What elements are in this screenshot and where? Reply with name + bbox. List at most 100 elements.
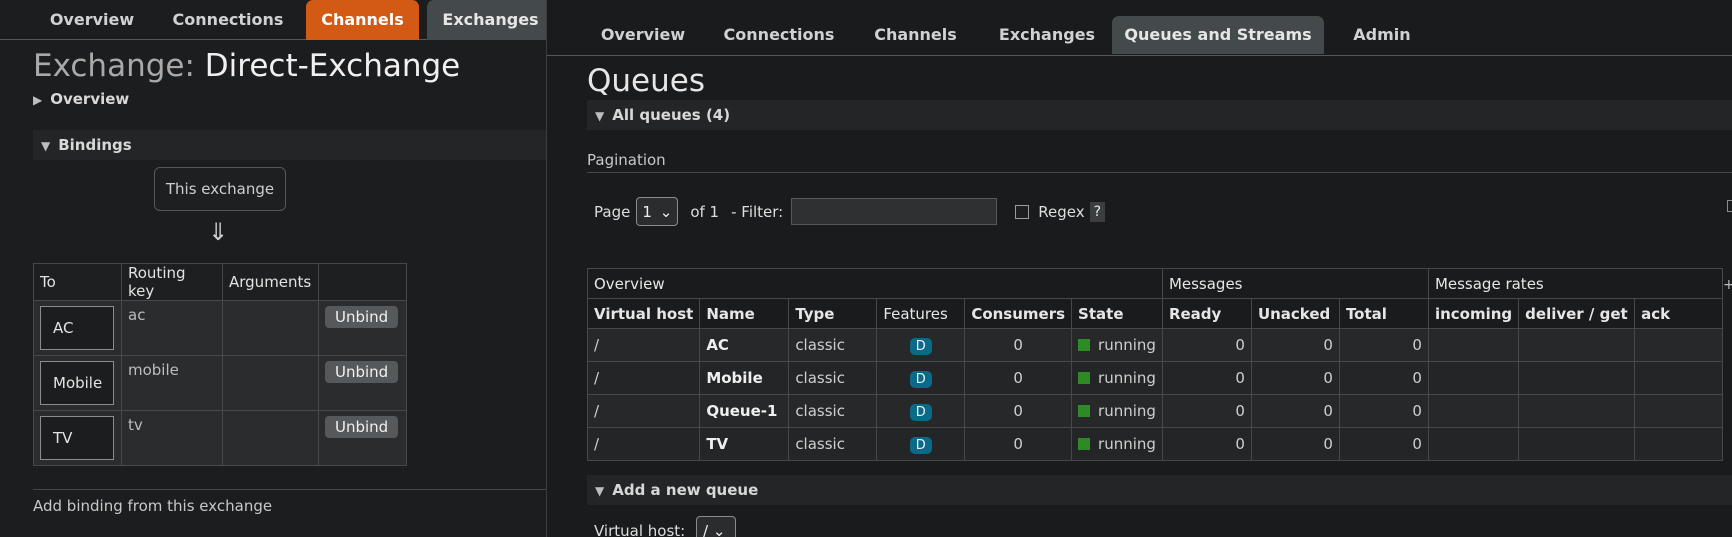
bindings-table: To Routing key Arguments AC ac Unbind Mo… bbox=[33, 263, 407, 466]
caret-down-icon: ▼ bbox=[41, 139, 51, 153]
column-header[interactable]: Type bbox=[788, 298, 878, 329]
page-title: Exchange: Direct-Exchange bbox=[33, 48, 460, 84]
total-cell: 0 bbox=[1338, 361, 1429, 395]
left-nav-tabs: Overview Connections Channels Exchanges bbox=[0, 0, 546, 40]
column-header[interactable]: Unacked bbox=[1250, 298, 1340, 329]
incoming-cell bbox=[1427, 394, 1520, 428]
this-exchange-box: This exchange bbox=[154, 167, 286, 211]
ack-cell bbox=[1634, 328, 1724, 362]
chevron-down-icon: ⌄ bbox=[659, 202, 673, 221]
add-columns-icon[interactable]: + bbox=[1723, 277, 1732, 293]
tab-overview[interactable]: Overview bbox=[36, 0, 148, 40]
column-header: Routing key bbox=[121, 263, 223, 301]
column-header[interactable]: Ready bbox=[1161, 298, 1252, 329]
down-arrow-icon: ⇓ bbox=[208, 218, 229, 246]
regex-checkbox[interactable] bbox=[1015, 204, 1030, 219]
tab-exchanges[interactable]: Exchanges bbox=[427, 0, 546, 40]
column-header[interactable]: Virtual host bbox=[586, 298, 701, 329]
queue-link[interactable]: TV bbox=[40, 416, 114, 460]
page-label: Page bbox=[594, 202, 631, 221]
unbind-button[interactable]: Unbind bbox=[325, 306, 399, 328]
unacked-cell: 0 bbox=[1250, 328, 1340, 362]
deliver-get-cell bbox=[1518, 361, 1636, 395]
tab-channels[interactable]: Channels bbox=[858, 16, 973, 54]
unbind-button[interactable]: Unbind bbox=[325, 361, 399, 383]
binding-destination-cell: Mobile bbox=[33, 355, 122, 411]
bindings-section-toggle[interactable]: ▼ Bindings bbox=[33, 130, 546, 160]
divider bbox=[587, 172, 1732, 173]
column-header[interactable]: deliver / get bbox=[1518, 298, 1636, 329]
tab-connections[interactable]: Connections bbox=[709, 16, 849, 54]
arguments-cell bbox=[222, 410, 319, 466]
queue-name-link[interactable]: TV bbox=[699, 427, 790, 461]
durable-badge: D bbox=[909, 337, 932, 355]
vhost-cell: / bbox=[586, 427, 701, 461]
queue-name-link[interactable]: Queue-1 bbox=[699, 394, 790, 428]
column-options-icon[interactable] bbox=[1727, 200, 1732, 212]
virtual-host-select[interactable]: / ⌄ bbox=[696, 516, 736, 537]
consumers-cell: 0 bbox=[964, 427, 1073, 461]
table-row: / AC classic D 0 running 0 0 0 bbox=[586, 328, 1724, 362]
features-cell: D bbox=[876, 427, 966, 461]
tab-queues-and-streams[interactable]: Queues and Streams bbox=[1112, 16, 1324, 54]
type-cell: classic bbox=[788, 427, 878, 461]
features-cell: D bbox=[876, 361, 966, 395]
state-cell: running bbox=[1071, 328, 1163, 362]
table-row: / TV classic D 0 running 0 0 0 bbox=[586, 427, 1724, 461]
tab-admin[interactable]: Admin bbox=[1334, 16, 1430, 54]
arguments-cell bbox=[222, 300, 319, 356]
queue-name-link[interactable]: AC bbox=[699, 328, 790, 362]
consumers-cell: 0 bbox=[964, 361, 1073, 395]
vhost-cell: / bbox=[586, 361, 701, 395]
state-label: running bbox=[1098, 402, 1156, 420]
caret-right-icon: ▶ bbox=[33, 93, 43, 107]
page-count: of 1 bbox=[690, 202, 720, 221]
features-cell: D bbox=[876, 394, 966, 428]
queue-link[interactable]: Mobile bbox=[40, 361, 114, 405]
column-header[interactable]: Consumers bbox=[964, 298, 1073, 329]
column-header[interactable]: State bbox=[1071, 298, 1163, 329]
state-label: running bbox=[1098, 369, 1156, 387]
deliver-get-cell bbox=[1518, 427, 1636, 461]
add-queue-label: Add a new queue bbox=[612, 481, 759, 499]
column-header[interactable]: ack bbox=[1634, 298, 1724, 329]
action-cell: Unbind bbox=[318, 300, 407, 356]
group-header-messages: Messages bbox=[1161, 268, 1429, 299]
regex-help-icon[interactable]: ? bbox=[1089, 201, 1106, 222]
queue-name-link[interactable]: Mobile bbox=[699, 361, 790, 395]
ready-cell: 0 bbox=[1161, 394, 1252, 428]
state-label: running bbox=[1098, 336, 1156, 354]
overview-section-toggle[interactable]: ▶ Overview bbox=[33, 84, 546, 114]
routing-key-cell: mobile bbox=[121, 355, 223, 411]
binding-destination-cell: TV bbox=[33, 410, 122, 466]
caret-down-icon: ▼ bbox=[595, 484, 605, 498]
filter-input[interactable] bbox=[791, 198, 998, 225]
queue-link[interactable]: AC bbox=[40, 306, 114, 350]
tab-channels[interactable]: Channels bbox=[306, 0, 419, 40]
binding-destination-cell: AC bbox=[33, 300, 122, 356]
column-header[interactable]: incoming bbox=[1427, 298, 1520, 329]
durable-badge: D bbox=[909, 403, 932, 421]
add-binding-section[interactable]: Add binding from this exchange bbox=[33, 497, 272, 515]
ack-cell bbox=[1634, 427, 1724, 461]
table-row: AC ac Unbind bbox=[33, 300, 407, 356]
column-header[interactable]: Name bbox=[699, 298, 790, 329]
all-queues-section-toggle[interactable]: ▼ All queues (4) bbox=[587, 100, 1732, 130]
state-label: running bbox=[1098, 435, 1156, 453]
page-select[interactable]: 1 ⌄ bbox=[636, 197, 679, 226]
running-status-icon bbox=[1078, 339, 1091, 351]
tab-exchanges[interactable]: Exchanges bbox=[982, 16, 1112, 54]
state-cell: running bbox=[1071, 361, 1163, 395]
type-cell: classic bbox=[788, 328, 878, 362]
tab-overview[interactable]: Overview bbox=[587, 16, 699, 54]
queues-table: Overview Messages Message rates Virtual … bbox=[586, 268, 1724, 461]
total-cell: 0 bbox=[1338, 328, 1429, 362]
incoming-cell bbox=[1427, 361, 1520, 395]
unbind-button[interactable]: Unbind bbox=[325, 416, 399, 438]
column-header[interactable]: Features bbox=[876, 298, 966, 329]
table-row: Mobile mobile Unbind bbox=[33, 355, 407, 411]
add-queue-section-toggle[interactable]: ▼ Add a new queue bbox=[587, 475, 1732, 505]
page-select-value: 1 bbox=[642, 202, 652, 221]
tab-connections[interactable]: Connections bbox=[158, 0, 298, 40]
column-header[interactable]: Total bbox=[1338, 298, 1429, 329]
